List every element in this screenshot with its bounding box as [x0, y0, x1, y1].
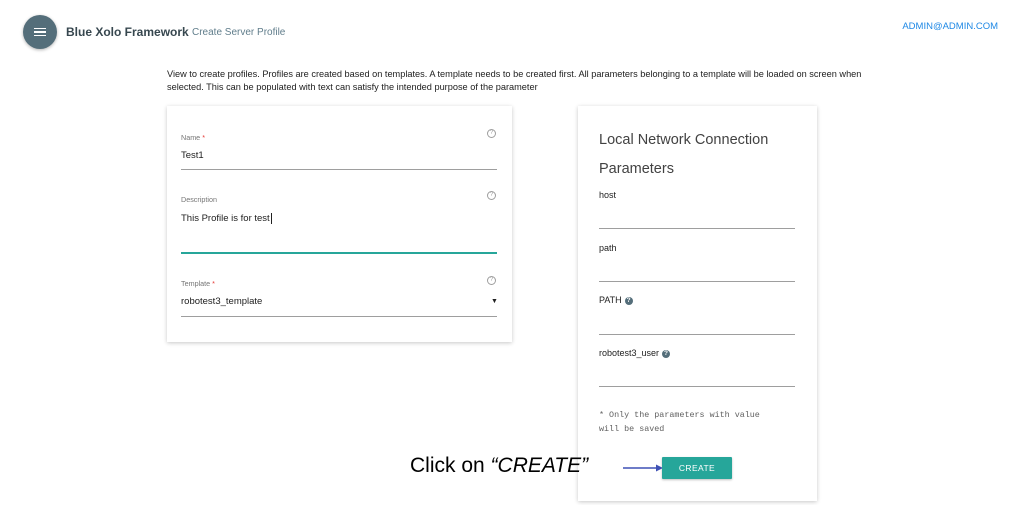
param-label-host: host — [599, 190, 617, 200]
app-title: Blue Xolo Framework — [66, 25, 189, 39]
name-help-icon[interactable]: ? — [487, 129, 496, 138]
description-value: This Profile is for test — [181, 213, 270, 225]
parameters-title: Local Network Connection Parameters — [599, 132, 769, 177]
callout-text: Click on “CREATE” — [410, 454, 589, 477]
param-label-PATH: PATH? — [599, 295, 633, 305]
param-input-path[interactable] — [599, 263, 795, 277]
hamburger-icon — [34, 27, 46, 37]
chevron-down-icon[interactable]: ▼ — [491, 298, 498, 305]
page-title: Create Server Profile — [192, 27, 286, 38]
info-icon[interactable]: ? — [662, 349, 671, 358]
param-underline-path — [599, 281, 795, 282]
description-underline — [181, 252, 497, 254]
text-caret — [270, 213, 272, 224]
param-input-PATH[interactable] — [599, 316, 795, 330]
param-label-path: path — [599, 243, 617, 253]
param-input-robotest3-user[interactable] — [599, 368, 795, 382]
template-label: Template * — [181, 279, 215, 288]
profile-form-card: Name * ? Test1 Description ? This Profil… — [167, 106, 512, 342]
template-help-icon[interactable]: ? — [487, 276, 496, 285]
name-label: Name * — [181, 133, 205, 142]
template-underline — [181, 316, 497, 317]
create-button[interactable]: CREATE — [662, 457, 732, 479]
param-underline-PATH — [599, 334, 795, 335]
param-label-robotest3-user: robotest3_user? — [599, 348, 671, 358]
description-label: Description — [181, 195, 217, 204]
description-input[interactable]: This Profile is for test — [181, 213, 272, 224]
template-select-value[interactable]: robotest3_template — [181, 296, 262, 307]
info-icon[interactable]: ? — [624, 296, 633, 305]
arrow-right-icon — [623, 464, 663, 472]
intro-text: View to create profiles. Profiles are cr… — [167, 69, 862, 92]
param-input-host[interactable] — [599, 209, 795, 223]
name-underline — [181, 169, 497, 170]
param-underline-robotest3-user — [599, 386, 795, 387]
parameters-card: Local Network Connection Parameters host… — [578, 106, 817, 501]
name-input[interactable]: Test1 — [181, 150, 204, 161]
user-account-link[interactable]: ADMIN@ADMIN.COM — [902, 21, 998, 32]
save-note: * Only the parameters with value will be… — [599, 410, 760, 434]
menu-button[interactable] — [23, 15, 57, 49]
param-underline-host — [599, 228, 795, 229]
description-help-icon[interactable]: ? — [487, 191, 496, 200]
